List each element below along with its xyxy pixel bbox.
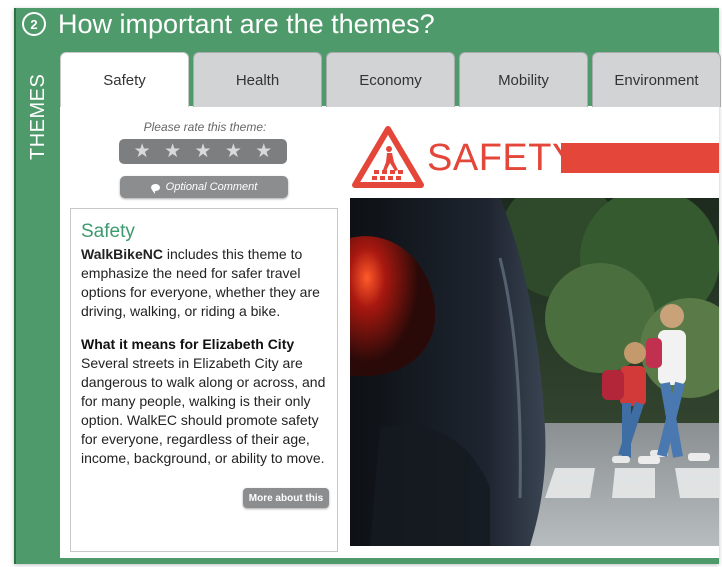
info-body: Several streets in Elizabeth City are da… [81,355,326,466]
optional-comment-label: Optional Comment [165,181,258,193]
star-rating[interactable]: ★ ★ ★ ★ ★ [119,139,287,164]
tab-health[interactable]: Health [193,52,322,107]
comment-bubble-icon [150,183,160,194]
more-about-this-button[interactable]: More about this [243,488,329,508]
theme-tabs: Safety Health Economy Mobility Environme… [60,50,722,108]
safety-banner-word: SAFETY [427,137,578,179]
tab-environment[interactable]: Environment [592,52,721,107]
star-5-icon[interactable]: ★ [255,139,272,164]
safety-photo [350,198,719,546]
info-intro: WalkBikeNC includes this theme to emphas… [81,245,327,321]
star-4-icon[interactable]: ★ [225,139,242,164]
tab-label: Mobility [498,71,549,89]
tab-economy[interactable]: Economy [326,52,455,107]
star-3-icon[interactable]: ★ [194,139,211,164]
star-2-icon[interactable]: ★ [164,139,181,164]
tab-mobility[interactable]: Mobility [459,52,588,107]
star-1-icon[interactable]: ★ [134,139,151,164]
info-subheading: What it means for Elizabeth City [81,336,295,352]
tab-label: Economy [359,71,422,89]
tab-label: Environment [614,71,699,89]
pedestrian-crossing-warning-icon [352,126,424,193]
tab-label: Health [235,71,280,89]
optional-comment-button[interactable]: Optional Comment [120,176,288,198]
tab-safety[interactable]: Safety [60,52,189,107]
info-title: Safety [81,221,135,242]
frame-edge [14,8,16,564]
step-number-badge: 2 [22,12,46,36]
page-title: How important are the themes? [58,9,435,39]
side-label-text: THEMES [27,73,49,160]
rate-prompt: Please rate this theme: [143,120,267,134]
active-tab-pointer [118,104,134,113]
tab-label: Safety [103,71,146,89]
safety-banner-bar [561,143,719,173]
info-brand: WalkBikeNC [81,246,163,262]
